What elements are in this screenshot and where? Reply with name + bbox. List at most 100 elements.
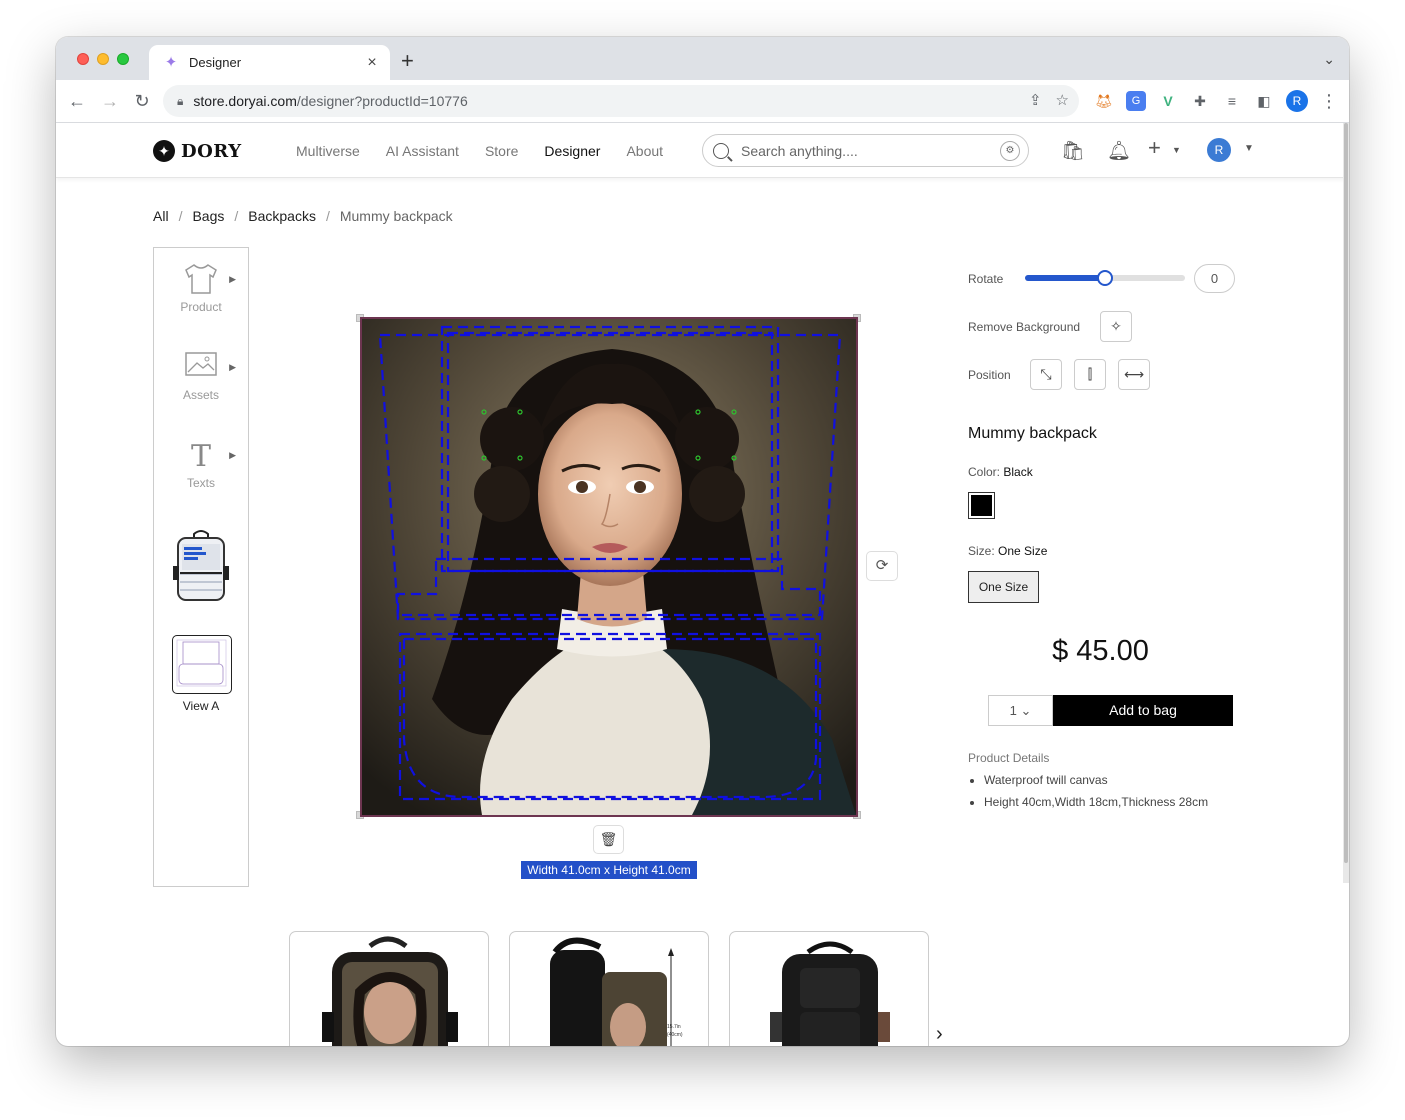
close-window-button[interactable] <box>77 53 89 65</box>
nav-about[interactable]: About <box>626 143 663 159</box>
tool-product[interactable]: ▶ Product <box>154 262 248 314</box>
gallery-next-chevron-icon[interactable]: › <box>936 1023 943 1046</box>
search-icon <box>713 142 729 159</box>
color-label: Color: <box>968 465 1001 479</box>
size-value: One Size <box>998 544 1048 558</box>
tab-strip: ✦ Designer × + ⌄ <box>56 37 1349 80</box>
search-input[interactable] <box>741 142 991 159</box>
search-box: ⚙︎ <box>702 134 1029 167</box>
user-avatar[interactable]: R <box>1207 138 1231 162</box>
breadcrumb-bags[interactable]: Bags <box>192 208 224 224</box>
quantity-value: 1 <box>1009 703 1017 718</box>
create-caret-icon[interactable]: ▼ <box>1172 145 1181 155</box>
star-logo-icon: ✦ <box>153 140 175 162</box>
url-path: /designer?productId=10776 <box>296 93 468 109</box>
reading-list-icon[interactable]: ≡ <box>1222 91 1242 111</box>
create-plus-icon[interactable]: + <box>1148 135 1161 161</box>
nav-ai-assistant[interactable]: AI Assistant <box>386 143 459 159</box>
profile-avatar[interactable]: R <box>1286 90 1308 112</box>
address-bar[interactable]: 🔒︎ store.doryai.com/designer?productId=1… <box>163 85 1079 117</box>
translate-extension-icon[interactable]: G <box>1126 91 1146 111</box>
back-arrow-icon[interactable]: ← <box>66 90 88 112</box>
nav-store[interactable]: Store <box>485 143 518 159</box>
minimize-window-button[interactable] <box>97 53 109 65</box>
preview-card-front[interactable] <box>289 931 489 1046</box>
breadcrumb-separator: / <box>325 208 330 224</box>
browser-window: ✦ Designer × + ⌄ ← → ↻ 🔒︎ store.doryai.c… <box>56 37 1349 1046</box>
magic-wand-icon[interactable]: ✧ <box>1100 311 1132 342</box>
nav-multiverse[interactable]: Multiverse <box>296 143 360 159</box>
tool-assets-label: Assets <box>182 388 219 402</box>
horizontal-align-icon[interactable]: ⟷ <box>1118 359 1150 390</box>
page-scrollbar[interactable] <box>1343 123 1349 883</box>
tab-title: Designer <box>189 55 242 70</box>
url-host: store.doryai.com <box>193 93 297 109</box>
forward-arrow-icon[interactable]: → <box>99 90 121 112</box>
rotate-label: Rotate <box>968 272 1004 286</box>
detail-item: Height 40cm,Width 18cm,Thickness 28cm <box>984 795 1208 809</box>
filter-settings-icon[interactable]: ⚙︎ <box>1000 141 1020 161</box>
close-tab-icon[interactable]: × <box>364 54 380 72</box>
breadcrumb-separator: / <box>178 208 183 224</box>
breadcrumb-all[interactable]: All <box>153 208 169 224</box>
lock-icon: 🔒︎ <box>177 93 184 108</box>
site-logo[interactable]: ✦ DORY <box>153 140 242 162</box>
metamask-extension-icon[interactable]: 🦊︎ <box>1094 91 1114 111</box>
product-details-title: Product Details <box>968 751 1050 765</box>
size-button-one-size[interactable]: One Size <box>968 571 1039 603</box>
breadcrumb: All / Bags / Backpacks / Mummy backpack <box>153 208 453 224</box>
nav-designer[interactable]: Designer <box>544 143 600 159</box>
position-label: Position <box>968 368 1011 382</box>
tool-product-label: Product <box>180 300 222 314</box>
maximize-window-button[interactable] <box>117 53 129 65</box>
preview-card-back[interactable] <box>729 931 929 1046</box>
remove-background-label: Remove Background <box>968 320 1081 334</box>
main-nav: Multiverse AI Assistant Store Designer A… <box>296 143 663 159</box>
tool-texts[interactable]: T ▶ Texts <box>154 438 248 490</box>
backpack-front-preview <box>322 936 458 1046</box>
dimensions-label: Width 41.0cm x Height 41.0cm <box>521 861 697 879</box>
product-details-list: Waterproof twill canvas Height 40cm,Widt… <box>984 773 1208 817</box>
chevron-down-icon[interactable]: ⌄ <box>1323 51 1335 68</box>
reset-rotate-icon[interactable]: ⟳ <box>866 551 898 581</box>
trash-icon[interactable]: 🗑︎ <box>593 825 624 854</box>
color-swatch-black[interactable] <box>968 492 995 519</box>
share-icon[interactable]: ⇪ <box>1029 91 1042 109</box>
vue-extension-icon[interactable]: V <box>1158 91 1178 111</box>
vertical-align-icon[interactable]: ⫿ <box>1074 359 1106 390</box>
fit-center-icon[interactable]: ⤡ <box>1030 359 1062 390</box>
backpack-thumbnail[interactable] <box>170 528 232 604</box>
view-a-thumbnail[interactable] <box>172 635 232 694</box>
preview-card-side[interactable]: 15.7in (40cm) <box>509 931 709 1046</box>
breadcrumb-current: Mummy backpack <box>339 208 453 224</box>
star-icon[interactable]: ☆ <box>1056 91 1069 109</box>
puzzle-extensions-icon[interactable]: ✚ <box>1190 91 1210 111</box>
side-panel-icon[interactable]: ◧ <box>1254 91 1274 111</box>
tool-assets[interactable]: ▶ Assets <box>154 350 248 402</box>
shopping-bag-icon[interactable]: 🛍︎ <box>1061 139 1085 163</box>
browser-tab[interactable]: ✦ Designer × <box>149 45 390 80</box>
rotate-value-input[interactable]: 0 <box>1194 264 1235 293</box>
svg-text:15.7in: 15.7in <box>667 1024 681 1030</box>
color-option: Color: Black <box>968 465 1033 479</box>
design-canvas[interactable] <box>360 317 858 817</box>
reload-icon[interactable]: ↻ <box>131 90 153 112</box>
price: $ 45.00 <box>1052 635 1149 667</box>
site-header: ✦ DORY Multiverse AI Assistant Store Des… <box>56 123 1349 178</box>
new-tab-button[interactable]: + <box>401 50 414 72</box>
breadcrumb-backpacks[interactable]: Backpacks <box>248 208 316 224</box>
swatch-fill <box>971 495 992 516</box>
size-option: Size: One Size <box>968 544 1047 558</box>
svg-text:(40cm): (40cm) <box>667 1032 683 1038</box>
tool-texts-label: Texts <box>186 476 215 490</box>
view-a-label: View A <box>182 699 220 713</box>
rotate-slider-knob[interactable] <box>1097 270 1113 286</box>
browser-toolbar: ← → ↻ 🔒︎ store.doryai.com/designer?produ… <box>56 80 1349 123</box>
browser-menu-icon[interactable]: ⋮ <box>1320 91 1338 112</box>
user-menu-caret-icon[interactable]: ▼ <box>1244 143 1254 154</box>
quantity-select[interactable]: 1 ⌄ <box>988 695 1053 726</box>
bell-icon[interactable]: 🔔︎ <box>1107 139 1131 163</box>
expand-arrow-icon: ▶ <box>229 450 236 460</box>
add-to-bag-button[interactable]: Add to bag <box>1053 695 1233 726</box>
rotate-slider[interactable] <box>1025 270 1185 286</box>
